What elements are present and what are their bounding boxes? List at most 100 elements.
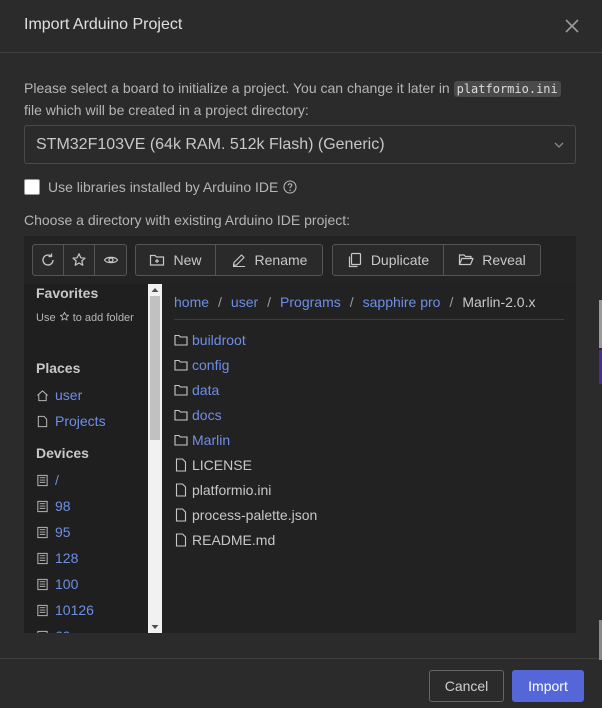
folder-icon <box>174 334 188 346</box>
file-icon <box>175 483 187 497</box>
breadcrumb-link[interactable]: sapphire pro <box>363 294 441 310</box>
use-libraries-label[interactable]: Use libraries installed by Arduino IDE <box>48 179 278 195</box>
file-row[interactable]: LICENSE <box>174 455 252 475</box>
folder-row[interactable]: docs <box>174 405 222 425</box>
breadcrumb-separator: / <box>349 294 354 310</box>
board-description: Please select a board to initialize a pr… <box>24 78 580 121</box>
sidebar-scrollbar[interactable] <box>148 284 162 633</box>
drive-icon <box>37 630 48 633</box>
close-icon[interactable] <box>560 14 584 38</box>
folder-icon <box>174 409 188 421</box>
home-icon <box>37 389 48 401</box>
description-text: Please select a board to initialize a pr… <box>24 80 454 96</box>
favorites-hint-text: Use <box>36 312 56 324</box>
breadcrumb-link[interactable]: home <box>174 294 209 310</box>
folder-icon <box>174 359 188 371</box>
star-icon <box>72 253 86 266</box>
breadcrumb-link[interactable]: user <box>231 294 258 310</box>
scrollbar-thumb[interactable] <box>150 296 160 440</box>
chevron-down-icon <box>554 142 564 148</box>
directory-label: Choose a directory with existing Arduino… <box>24 212 351 228</box>
browser-main: home / user / Programs / sapphire pro / Marlin-2… <box>162 284 576 633</box>
breadcrumb-separator: / <box>267 294 272 310</box>
duplicate-icon <box>348 252 361 268</box>
rename-button[interactable]: Rename <box>216 245 322 275</box>
folder-row[interactable]: data <box>174 380 219 400</box>
favorite-button[interactable] <box>64 245 95 275</box>
entry-name: process-palette.json <box>192 507 318 523</box>
favorites-heading: Favorites <box>36 285 99 301</box>
device-label: / <box>55 472 59 488</box>
device-label: 100 <box>55 576 79 592</box>
scroll-down-arrow-icon[interactable] <box>151 623 159 631</box>
breadcrumb: home / user / Programs / sapphire pro / Marlin-2… <box>174 294 564 320</box>
folder-row[interactable]: Marlin <box>174 430 230 450</box>
file-action-group: Duplicate Reveal <box>332 244 541 276</box>
place-item-user[interactable]: user <box>36 385 82 405</box>
device-item[interactable]: 128 <box>36 548 78 568</box>
file-row[interactable]: README.md <box>174 530 275 550</box>
entry-name: buildroot <box>192 332 246 348</box>
file-row[interactable]: platformio.ini <box>174 480 271 500</box>
duplicate-button[interactable]: Duplicate <box>333 245 444 275</box>
place-item-projects[interactable]: Projects <box>36 411 106 431</box>
folder-icon <box>174 384 188 396</box>
show-hidden-button[interactable] <box>95 245 126 275</box>
file-row[interactable]: process-palette.json <box>174 505 317 525</box>
entry-name: platformio.ini <box>192 482 272 498</box>
import-arduino-dialog: Import Arduino Project Please select a b… <box>0 0 602 708</box>
entry-name: config <box>192 357 230 373</box>
cancel-button[interactable]: Cancel <box>429 670 504 702</box>
new-button-label: New <box>173 252 202 268</box>
reveal-button[interactable]: Reveal <box>444 245 540 275</box>
device-label: 98 <box>55 498 71 514</box>
browser-toolbar: New Rename Duplicate Reveal <box>24 236 576 284</box>
device-item[interactable]: 95 <box>36 522 71 542</box>
entry-name: Marlin <box>192 432 231 448</box>
import-button[interactable]: Import <box>512 670 584 702</box>
pencil-icon <box>232 254 245 267</box>
folder-open-icon <box>459 254 474 266</box>
browser-sidebar: Favorites Use to add folder Places user … <box>24 284 162 633</box>
eye-icon <box>103 256 118 264</box>
folder-row[interactable]: config <box>174 355 229 375</box>
entry-name: data <box>192 382 220 398</box>
device-label: 128 <box>55 550 79 566</box>
refresh-icon <box>42 253 54 266</box>
file-icon <box>175 533 187 547</box>
dialog-header: Import Arduino Project <box>0 0 602 53</box>
device-item[interactable]: 100 <box>36 574 78 594</box>
view-button-group <box>32 244 127 276</box>
drive-icon <box>37 526 48 538</box>
new-button[interactable]: New <box>136 245 216 275</box>
device-item[interactable]: / <box>36 470 59 490</box>
breadcrumb-current: Marlin-2.0.x <box>462 294 536 310</box>
question-circle-icon[interactable] <box>283 180 297 194</box>
device-item[interactable]: 98 <box>36 496 71 516</box>
device-item[interactable]: 10126 <box>36 600 94 620</box>
reveal-button-label: Reveal <box>482 252 526 268</box>
platformio-ini-code: platformio.ini <box>453 81 561 97</box>
use-libraries-checkbox[interactable] <box>24 179 40 195</box>
scroll-up-arrow-icon[interactable] <box>151 286 159 294</box>
drive-icon <box>37 500 48 512</box>
star-icon <box>59 311 69 321</box>
folder-row[interactable]: buildroot <box>174 330 246 350</box>
board-select-value: STM32F103VE (64k RAM. 512k Flash) (Gener… <box>36 136 385 153</box>
breadcrumb-link[interactable]: Programs <box>280 294 341 310</box>
dialog-title: Import Arduino Project <box>24 16 183 33</box>
entry-name: docs <box>192 407 222 423</box>
edit-button-group: New Rename <box>135 244 323 276</box>
place-label: Projects <box>55 413 106 429</box>
devices-heading: Devices <box>36 445 89 461</box>
new-folder-icon <box>150 254 165 266</box>
refresh-button[interactable] <box>33 245 64 275</box>
board-select[interactable]: STM32F103VE (64k RAM. 512k Flash) (Gener… <box>24 125 576 164</box>
favorites-hint-text-end: to add folder <box>72 312 134 324</box>
device-label: 69 <box>55 628 71 633</box>
device-label: 10126 <box>55 602 94 618</box>
device-item[interactable]: 69 <box>36 626 71 633</box>
file-browser: New Rename Duplicate Reveal Favorites Us… <box>24 236 576 633</box>
description-text-end: file which will be created in a project … <box>24 102 309 118</box>
duplicate-button-label: Duplicate <box>370 252 430 268</box>
